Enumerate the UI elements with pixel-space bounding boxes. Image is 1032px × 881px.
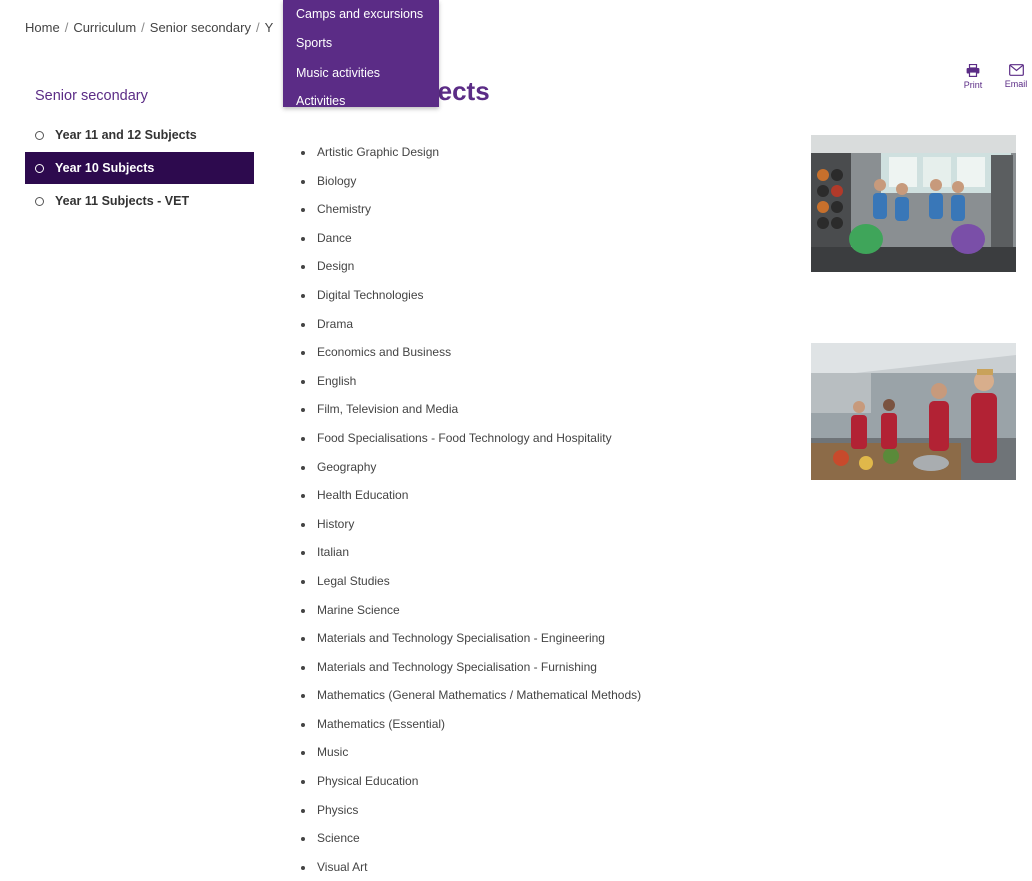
- list-item: Visual Art: [301, 853, 641, 881]
- list-item: Food Specialisations - Food Technology a…: [301, 424, 641, 453]
- breadcrumb-curriculum[interactable]: Curriculum: [73, 20, 136, 35]
- sidebar-item-label: Year 11 and 12 Subjects: [55, 128, 197, 142]
- email-label: Email: [1004, 79, 1028, 89]
- list-item: English: [301, 367, 641, 396]
- sidebar-item-year-10-subjects[interactable]: Year 10 Subjects: [25, 152, 254, 184]
- list-item: Mathematics (General Mathematics / Mathe…: [301, 681, 641, 710]
- list-item: Artistic Graphic Design: [301, 138, 641, 167]
- list-item: Dance: [301, 224, 641, 253]
- list-item: Legal Studies: [301, 567, 641, 596]
- gym-photo: [811, 135, 1016, 272]
- print-button[interactable]: Print: [953, 64, 993, 90]
- breadcrumb-senior-secondary[interactable]: Senior secondary: [150, 20, 251, 35]
- print-label: Print: [963, 80, 983, 90]
- list-item: Biology: [301, 167, 641, 196]
- list-item: Economics and Business: [301, 338, 641, 367]
- list-item: Geography: [301, 453, 641, 482]
- list-item: Mathematics (Essential): [301, 710, 641, 739]
- list-item: Marine Science: [301, 596, 641, 625]
- menu-item-activities[interactable]: Activities: [296, 94, 345, 108]
- list-item: Italian: [301, 538, 641, 567]
- breadcrumb-current: Y: [264, 20, 274, 35]
- menu-item-music-activities[interactable]: Music activities: [296, 66, 380, 80]
- sidebar-nav: Year 11 and 12 Subjects Year 10 Subjects…: [25, 119, 254, 218]
- kitchen-photo: [811, 343, 1016, 480]
- list-item: Music: [301, 738, 641, 767]
- breadcrumb-separator: /: [141, 20, 145, 35]
- print-icon: [966, 64, 980, 77]
- breadcrumb-home[interactable]: Home: [25, 20, 60, 35]
- list-item: Physics: [301, 796, 641, 825]
- list-item: History: [301, 510, 641, 539]
- list-item: Physical Education: [301, 767, 641, 796]
- list-item: Film, Television and Media: [301, 395, 641, 424]
- sidebar-item-year-11-and-12-subjects[interactable]: Year 11 and 12 Subjects: [25, 119, 254, 151]
- breadcrumb-separator: /: [255, 20, 260, 35]
- circle-bullet-icon: [35, 163, 44, 173]
- subjects-list: Artistic Graphic Design Biology Chemistr…: [301, 138, 641, 881]
- email-icon: [1008, 64, 1024, 76]
- menu-item-sports[interactable]: Sports: [296, 36, 332, 50]
- breadcrumb-separator: /: [64, 20, 69, 35]
- list-item: Materials and Technology Specialisation …: [301, 653, 641, 682]
- sidebar-heading: Senior secondary: [35, 88, 148, 104]
- sidebar-item-label: Year 10 Subjects: [55, 161, 155, 175]
- list-item: Health Education: [301, 481, 641, 510]
- list-item: Chemistry: [301, 195, 641, 224]
- nav-dropdown-menu: Camps and excursions Sports Music activi…: [283, 0, 439, 108]
- menu-item-camps-and-excursions[interactable]: Camps and excursions: [296, 7, 423, 21]
- list-item: Drama: [301, 310, 641, 339]
- circle-bullet-icon: [35, 130, 44, 140]
- breadcrumb: Home / Curriculum / Senior secondary / Y: [25, 20, 273, 35]
- list-item: Digital Technologies: [301, 281, 641, 310]
- sidebar-item-label: Year 11 Subjects - VET: [55, 194, 190, 208]
- list-item: Design: [301, 252, 641, 281]
- email-button[interactable]: Email: [996, 64, 1032, 89]
- list-item: Science: [301, 824, 641, 853]
- circle-bullet-icon: [35, 196, 44, 206]
- list-item: Materials and Technology Specialisation …: [301, 624, 641, 653]
- sidebar-item-year-11-subjects-vet[interactable]: Year 11 Subjects - VET: [25, 185, 254, 217]
